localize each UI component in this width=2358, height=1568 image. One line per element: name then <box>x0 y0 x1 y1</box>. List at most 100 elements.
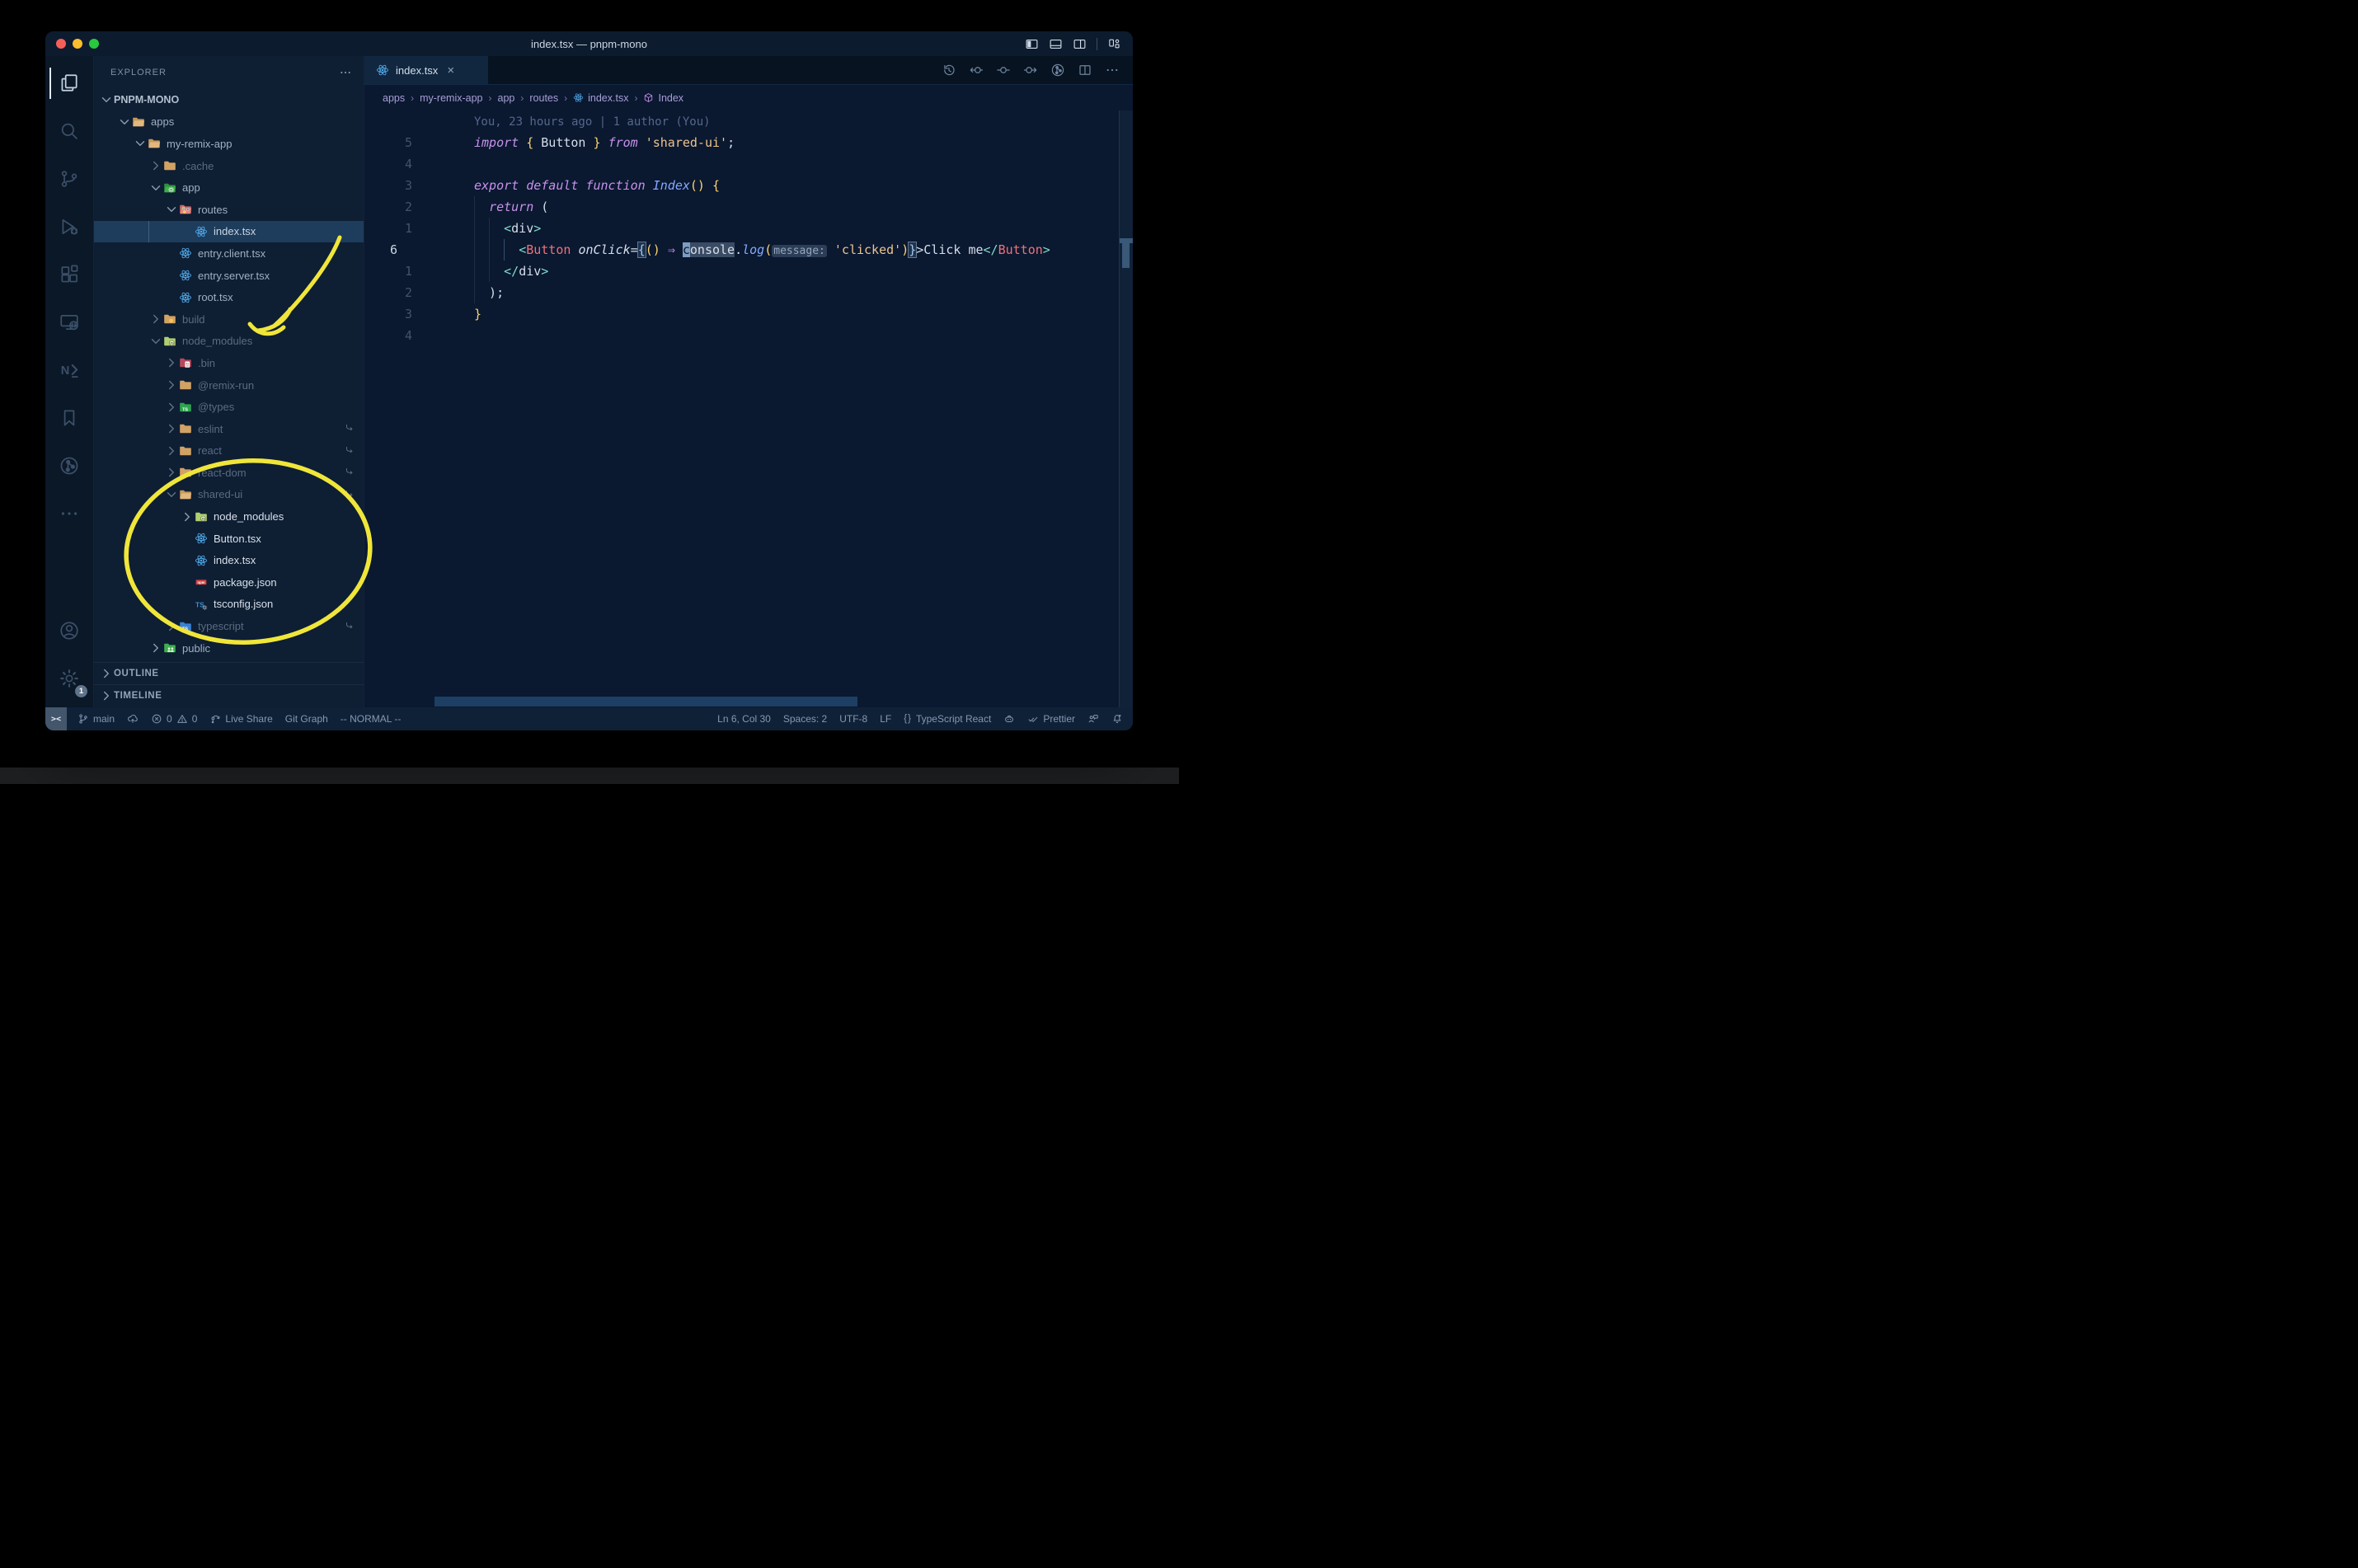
change-icon[interactable] <box>996 63 1011 77</box>
tree-item-node-modules[interactable]: JS node_modules <box>94 331 364 353</box>
tree-item-package-json[interactable]: npm package.json <box>94 571 364 594</box>
activity-source-control[interactable] <box>49 155 89 203</box>
tree-item-index-tsx[interactable]: index.tsx <box>94 220 364 243</box>
settings-badge: 1 <box>75 685 87 697</box>
activity-settings[interactable]: 1 <box>49 655 89 702</box>
code-line[interactable]: 4 <box>364 325 1133 346</box>
history-icon[interactable] <box>942 63 956 77</box>
title-bar[interactable]: index.tsx — pnpm-mono <box>45 31 1133 56</box>
code-editor[interactable]: You, 23 hours ago | 1 author (You) 5 impo… <box>364 110 1133 707</box>
close-tab-icon[interactable]: × <box>444 63 457 77</box>
status-live-share[interactable]: Live Share <box>209 713 273 725</box>
code-line[interactable]: 1 </div> <box>364 261 1133 282</box>
tree-item-entry-server-tsx[interactable]: entry.server.tsx <box>94 265 364 287</box>
status-vim-mode[interactable]: -- NORMAL -- <box>341 713 402 725</box>
tree-item--bin[interactable]: 01 10 .bin <box>94 352 364 374</box>
tree-item-my-remix-app[interactable]: my-remix-app <box>94 133 364 155</box>
code-line[interactable]: 4 <box>364 153 1133 175</box>
code-line[interactable]: 3 export default function Index() { <box>364 175 1133 196</box>
code-token: Button <box>998 242 1043 257</box>
tree-item-pnpm-mono[interactable]: PNPM-MONO <box>94 89 364 111</box>
code-line[interactable]: 5 import { Button } from 'shared-ui'; <box>364 132 1133 153</box>
tree-item-react-dom[interactable]: react-dom <box>94 462 364 484</box>
tree-item--remix-run[interactable]: @remix-run <box>94 374 364 397</box>
tree-item-apps[interactable]: apps <box>94 111 364 134</box>
layout-sidebar-right-icon[interactable] <box>1073 37 1087 51</box>
breadcrumb-item-routes[interactable]: routes <box>529 92 558 104</box>
code-line[interactable]: 3} <box>364 303 1133 325</box>
status-copilot[interactable] <box>1003 713 1015 725</box>
activity-more[interactable] <box>49 490 89 538</box>
tree-item-public[interactable]: public <box>94 637 364 660</box>
layout-sidebar-left-icon[interactable] <box>1025 37 1039 51</box>
activity-run-debug[interactable] <box>49 203 89 251</box>
tree-item-eslint[interactable]: eslint <box>94 418 364 440</box>
tree-item--types[interactable]: TS @types <box>94 396 364 418</box>
tree-item--cache[interactable]: .cache <box>94 155 364 177</box>
views-and-more-actions-icon[interactable] <box>339 66 352 79</box>
tree-item-app[interactable]: app <box>94 176 364 199</box>
tree-item-label: .cache <box>182 159 214 172</box>
activity-bookmarks[interactable] <box>49 394 89 442</box>
activity-search[interactable] <box>49 107 89 155</box>
activity-explorer[interactable] <box>49 59 89 107</box>
remote-indicator[interactable]: >< <box>45 707 67 730</box>
activity-git-graph[interactable] <box>49 442 89 490</box>
code-line[interactable]: 1 <div> <box>364 218 1133 239</box>
timeline-section[interactable]: TIMELINE <box>94 684 364 707</box>
status-eol[interactable]: LF <box>880 713 891 725</box>
tree-item-button-tsx[interactable]: Button.tsx <box>94 528 364 550</box>
status-cursor-position[interactable]: Ln 6, Col 30 <box>717 713 771 725</box>
breadcrumb-item-my-remix-app[interactable]: my-remix-app <box>420 92 482 104</box>
layout-panel-icon[interactable] <box>1049 37 1063 51</box>
code-line[interactable]: 6 <Button onClick={() ⇒ console.log(mess… <box>364 239 1133 261</box>
scrollbar-thumb[interactable] <box>1122 243 1130 268</box>
status-prettier[interactable]: Prettier <box>1027 713 1075 725</box>
tree-item-react[interactable]: react <box>94 440 364 462</box>
status-feedback[interactable] <box>1087 713 1099 725</box>
gitlens-graph-icon[interactable] <box>1050 63 1065 77</box>
activity-nx-console[interactable]: N <box>49 346 89 394</box>
tree-item-shared-ui[interactable]: shared-ui <box>94 484 364 506</box>
tree-item-label: shared-ui <box>198 488 243 501</box>
status-problems[interactable]: 00 <box>151 713 197 725</box>
tree-item-root-tsx[interactable]: root.tsx <box>94 286 364 308</box>
tree-item-label: @remix-run <box>198 378 255 392</box>
tree-item-typescript[interactable]: TS typescript <box>94 615 364 637</box>
change-prev-icon[interactable] <box>969 63 984 77</box>
code-line[interactable]: 2 return ( <box>364 196 1133 218</box>
tree-item-index-tsx[interactable]: index.tsx <box>94 549 364 571</box>
status-git-graph[interactable]: Git Graph <box>285 713 328 725</box>
status-encoding[interactable]: UTF-8 <box>839 713 867 725</box>
breadcrumb-item-index-tsx[interactable]: index.tsx <box>573 92 628 104</box>
chevron-down-icon <box>99 93 114 106</box>
tree-item-entry-client-tsx[interactable]: entry.client.tsx <box>94 242 364 265</box>
split-editor-icon[interactable] <box>1078 63 1092 77</box>
code-line[interactable]: 2 ); <box>364 282 1133 303</box>
tree-item-build[interactable]: build <box>94 308 364 331</box>
layout-customize-icon[interactable] <box>1107 37 1121 51</box>
status-notifications[interactable] <box>1111 713 1123 725</box>
breadcrumb-item-index[interactable]: Index <box>643 92 683 104</box>
tab-index-tsx[interactable]: index.tsx × <box>364 56 488 84</box>
activity-remote-explorer[interactable] <box>49 298 89 346</box>
ellipsis-icon[interactable] <box>1105 63 1120 77</box>
activity-extensions[interactable] <box>49 251 89 298</box>
status-git-branch[interactable]: main <box>78 713 115 725</box>
status-indentation[interactable]: Spaces: 2 <box>783 713 827 725</box>
activity-accounts[interactable] <box>49 607 89 655</box>
tree-item-node-modules[interactable]: JS node_modules <box>94 505 364 528</box>
vertical-scrollbar[interactable] <box>1119 110 1133 707</box>
status-language-mode[interactable]: {} TypeScript React <box>904 713 991 725</box>
code-token: Click me <box>923 242 984 257</box>
tree-item-routes[interactable]: routes <box>94 199 364 221</box>
tree-item-tsconfig-json[interactable]: TS tsconfig.json <box>94 594 364 616</box>
status-publish[interactable] <box>127 713 139 725</box>
breadcrumb-item-apps[interactable]: apps <box>383 92 405 104</box>
horizontal-scrollbar-thumb[interactable] <box>434 697 857 707</box>
change-next-icon[interactable] <box>1023 63 1038 77</box>
breadcrumb-item-app[interactable]: app <box>498 92 515 104</box>
outline-section[interactable]: OUTLINE <box>94 662 364 684</box>
